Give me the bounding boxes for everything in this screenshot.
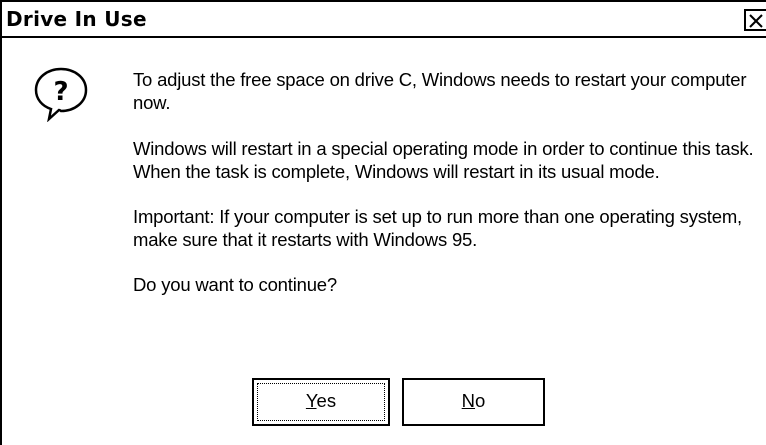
no-button[interactable]: No — [402, 378, 545, 426]
message-paragraph-1: To adjust the free space on drive C, Win… — [133, 69, 747, 113]
question-balloon-icon: ? — [34, 67, 88, 122]
message-paragraph-4: Do you want to continue? — [133, 274, 337, 295]
close-icon — [749, 14, 763, 28]
message-paragraph-2: Windows will restart in a special operat… — [133, 138, 754, 182]
svg-text:?: ? — [53, 77, 68, 107]
no-button-label: No — [461, 390, 486, 411]
drive-in-use-dialog: Drive In Use ? To adjust the free space … — [0, 0, 766, 445]
yes-button-label: Yes — [305, 390, 337, 411]
dialog-title: Drive In Use — [6, 7, 147, 31]
title-bar[interactable]: Drive In Use — [2, 2, 766, 38]
yes-button[interactable]: Yes — [252, 378, 390, 426]
message-area: To adjust the free space on drive C, Win… — [133, 68, 763, 318]
message-paragraph-3: Important: If your computer is set up to… — [133, 206, 742, 250]
close-button[interactable] — [744, 9, 766, 31]
